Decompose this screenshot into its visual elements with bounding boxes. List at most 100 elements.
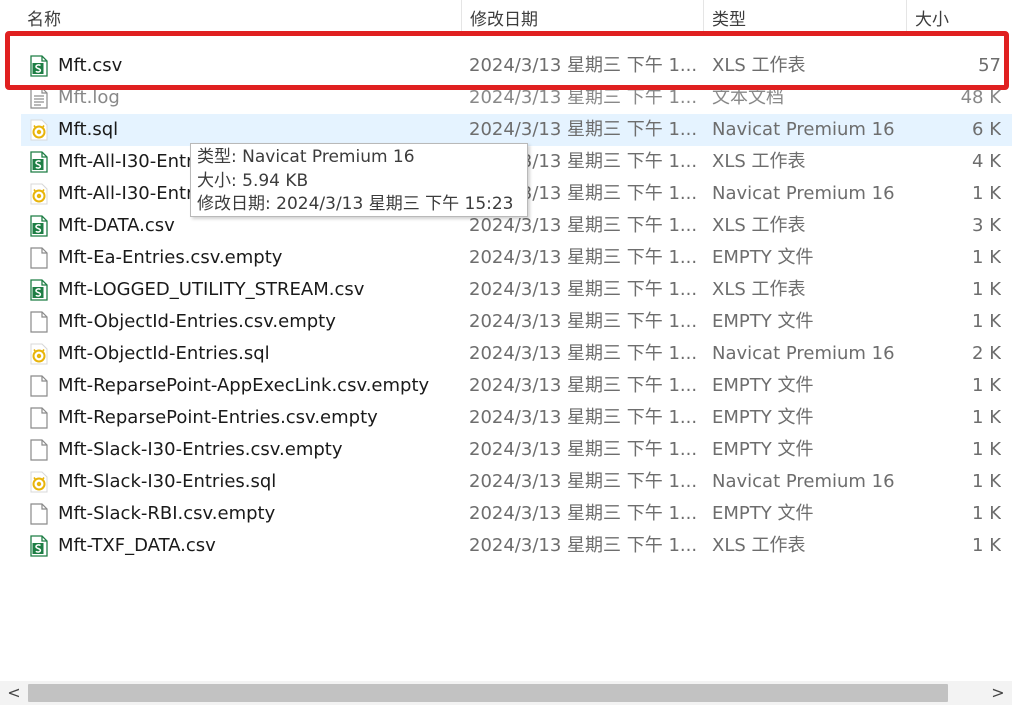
file-row[interactable]: Mft-ReparsePoint-Entries.csv.empty 2024/3…	[21, 402, 1012, 434]
csv-spreadsheet-icon	[29, 151, 49, 173]
navicat-sql-icon	[29, 343, 49, 365]
blank-file-icon	[29, 247, 49, 269]
file-size: 57	[978, 55, 1001, 76]
file-modified-date: 2024/3/13 星期三 下午 1...	[469, 247, 698, 268]
file-type: 文本文档	[712, 87, 784, 108]
file-type: XLS 工作表	[712, 215, 806, 236]
file-modified-date: 2024/3/13 星期三 下午 1...	[469, 535, 698, 556]
file-type: EMPTY 文件	[712, 407, 814, 428]
file-row[interactable]: Mft-TXF_DATA.csv 2024/3/13 星期三 下午 1... XLS…	[21, 530, 1012, 562]
file-row[interactable]: Mft-Slack-RBI.csv.empty 2024/3/13 星期三 下午 …	[21, 498, 1012, 530]
blank-file-icon	[29, 439, 49, 461]
file-size: 1 K	[972, 311, 1001, 332]
file-row[interactable]: Mft-Ea-Entries.csv.empty 2024/3/13 星期三 下午…	[21, 242, 1012, 274]
horizontal-scrollbar[interactable]: < >	[0, 681, 1012, 705]
file-type: XLS 工作表	[712, 55, 806, 76]
navicat-sql-icon	[29, 183, 49, 205]
navicat-sql-icon	[29, 471, 49, 493]
column-date-label: 修改日期	[470, 10, 538, 30]
column-size-label: 大小	[915, 10, 949, 30]
file-name: Mft.log	[58, 87, 120, 108]
scroll-right-arrow-icon[interactable]: >	[986, 681, 1010, 705]
file-name: Mft-LOGGED_UTILITY_STREAM.csv	[58, 279, 365, 300]
column-header: 名称 ^ 修改日期 类型 大小	[0, 0, 1012, 36]
blank-file-icon	[29, 375, 49, 397]
file-type: Navicat Premium 16	[712, 119, 895, 140]
file-modified-date: 2024/3/13 星期三 下午 1...	[469, 279, 698, 300]
file-modified-date: 2024/3/13 星期三 下午 1...	[469, 375, 698, 396]
file-type: EMPTY 文件	[712, 503, 814, 524]
file-size: 3 K	[972, 215, 1001, 236]
column-name-label: 名称	[27, 10, 61, 30]
file-size: 4 K	[972, 151, 1001, 172]
file-size: 1 K	[972, 247, 1001, 268]
tooltip-type: 类型: Navicat Premium 16	[197, 147, 415, 167]
file-row[interactable]: Mft.csv 2024/3/13 星期三 下午 1... XLS 工作表 57	[21, 50, 1012, 82]
file-type: Navicat Premium 16	[712, 343, 895, 364]
file-name: Mft.sql	[58, 119, 119, 140]
file-row[interactable]: Mft-ReparsePoint-AppExecLink.csv.empty 20…	[21, 370, 1012, 402]
file-type: EMPTY 文件	[712, 311, 814, 332]
file-size: 1 K	[972, 407, 1001, 428]
column-header-size[interactable]: 大小	[906, 0, 1012, 36]
file-row[interactable]: Mft-ObjectId-Entries.sql 2024/3/13 星期三 下午…	[21, 338, 1012, 370]
scrollbar-thumb[interactable]	[28, 684, 948, 702]
column-header-date[interactable]: 修改日期	[461, 0, 703, 36]
file-modified-date: 2024/3/13 星期三 下午 1...	[469, 343, 698, 364]
file-row[interactable]: Mft.sql 2024/3/13 星期三 下午 1... Navicat Prem…	[21, 114, 1012, 146]
file-row[interactable]: Mft-ObjectId-Entries.csv.empty 2024/3/13 …	[21, 306, 1012, 338]
file-type: XLS 工作表	[712, 279, 806, 300]
blank-file-icon	[29, 503, 49, 525]
file-info-tooltip: 类型: Navicat Premium 16 大小: 5.94 KB 修改日期:…	[190, 143, 528, 217]
file-name: Mft-ReparsePoint-AppExecLink.csv.empty	[58, 375, 430, 396]
file-type: EMPTY 文件	[712, 439, 814, 460]
file-size: 1 K	[972, 503, 1001, 524]
file-modified-date: 2024/3/13 星期三 下午 1...	[469, 407, 698, 428]
sort-ascending-icon: ^	[249, 0, 260, 10]
file-name: Mft-TXF_DATA.csv	[58, 535, 216, 556]
column-type-label: 类型	[712, 10, 746, 30]
csv-spreadsheet-icon	[29, 279, 49, 301]
text-document-icon	[29, 87, 49, 109]
tooltip-modified-date: 修改日期: 2024/3/13 星期三 下午 15:23	[197, 194, 514, 214]
file-name: Mft-Slack-I30-Entries.sql	[58, 471, 277, 492]
scroll-left-arrow-icon[interactable]: <	[2, 681, 26, 705]
csv-spreadsheet-icon	[29, 55, 49, 77]
column-header-name[interactable]: 名称 ^	[19, 0, 459, 36]
column-header-type[interactable]: 类型	[703, 0, 906, 36]
file-size: 6 K	[972, 119, 1001, 140]
file-type: XLS 工作表	[712, 151, 806, 172]
file-size: 1 K	[972, 535, 1001, 556]
file-name: Mft-Slack-RBI.csv.empty	[58, 503, 276, 524]
file-name: Mft-ObjectId-Entries.sql	[58, 343, 270, 364]
file-size: 1 K	[972, 183, 1001, 204]
file-explorer-window: 名称 ^ 修改日期 类型 大小 Mft.csv 2024/3/13 星期三 下午 …	[0, 0, 1012, 705]
blank-file-icon	[29, 407, 49, 429]
file-row[interactable]: Mft.log 2024/3/13 星期三 下午 1... 文本文档 48 K	[21, 82, 1012, 114]
blank-file-icon	[29, 311, 49, 333]
file-name: Mft-Ea-Entries.csv.empty	[58, 247, 283, 268]
file-size: 1 K	[972, 375, 1001, 396]
file-type: Navicat Premium 16	[712, 471, 895, 492]
file-modified-date: 2024/3/13 星期三 下午 1...	[469, 55, 698, 76]
file-row[interactable]: Mft-LOGGED_UTILITY_STREAM.csv 2024/3/13 星…	[21, 274, 1012, 306]
csv-spreadsheet-icon	[29, 215, 49, 237]
file-modified-date: 2024/3/13 星期三 下午 1...	[469, 471, 698, 492]
file-name: Mft.csv	[58, 55, 123, 76]
file-size: 48 K	[960, 87, 1001, 108]
file-size: 1 K	[972, 439, 1001, 460]
file-type: EMPTY 文件	[712, 375, 814, 396]
file-modified-date: 2024/3/13 星期三 下午 1...	[469, 119, 698, 140]
navicat-sql-icon	[29, 119, 49, 141]
file-modified-date: 2024/3/13 星期三 下午 1...	[469, 87, 698, 108]
file-name: Mft-ObjectId-Entries.csv.empty	[58, 311, 336, 332]
file-modified-date: 2024/3/13 星期三 下午 1...	[469, 503, 698, 524]
file-size: 1 K	[972, 279, 1001, 300]
file-modified-date: 2024/3/13 星期三 下午 1...	[469, 439, 698, 460]
file-name: Mft-Slack-I30-Entries.csv.empty	[58, 439, 343, 460]
file-row[interactable]: Mft-Slack-I30-Entries.sql 2024/3/13 星期三 下…	[21, 466, 1012, 498]
file-name: Mft-ReparsePoint-Entries.csv.empty	[58, 407, 378, 428]
file-size: 2 K	[972, 343, 1001, 364]
file-row[interactable]: Mft-Slack-I30-Entries.csv.empty 2024/3/13…	[21, 434, 1012, 466]
csv-spreadsheet-icon	[29, 535, 49, 557]
